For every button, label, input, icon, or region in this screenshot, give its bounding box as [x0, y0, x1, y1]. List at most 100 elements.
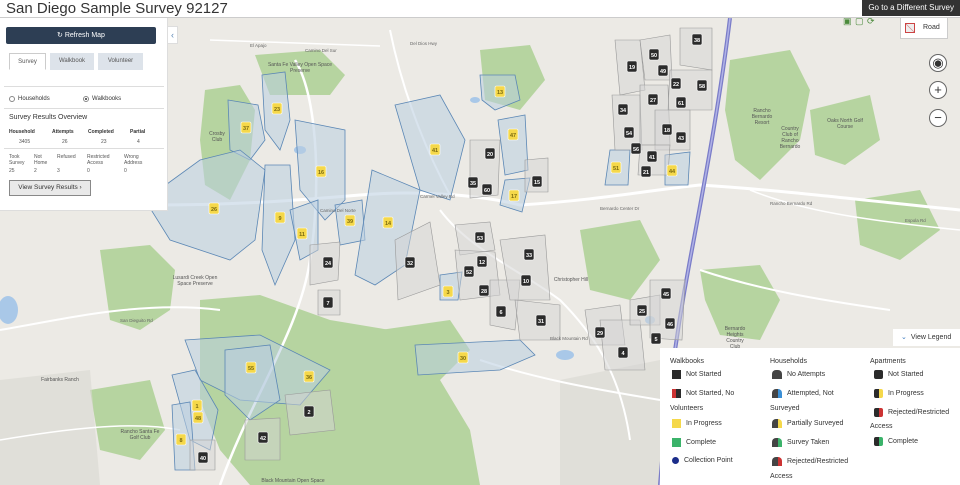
walkbooks-radio[interactable]: Walkbooks	[83, 96, 121, 102]
road-label: Espola Rd	[905, 218, 926, 223]
walkbook-marker-in-progress-label: 39	[347, 219, 353, 225]
place-label: Bernardo	[780, 144, 801, 150]
walkbook-marker-in-progress-label: 17	[511, 194, 517, 200]
walkbook-marker-not-started-label: 42	[260, 436, 266, 442]
stat-header: Partial	[130, 129, 146, 135]
legend-item: Rejected/Restricted	[772, 457, 848, 466]
collapse-panel-button[interactable]: ‹	[168, 26, 178, 44]
walkbook-marker-not-started-label: 7	[326, 301, 329, 307]
refresh-icon: ↻	[57, 32, 65, 39]
legend-heading: Volunteers	[670, 405, 704, 412]
stat-value: 3405	[19, 139, 31, 145]
chevron-down-icon: ⌄	[901, 334, 907, 341]
stat-value: 0	[87, 168, 90, 174]
place-label: Golf Club	[130, 435, 151, 441]
stat-value: 25	[9, 168, 15, 174]
road-label: Camino Del Norte	[320, 208, 356, 213]
stat-label: Address	[124, 160, 143, 166]
road-label: El Apajo	[250, 43, 267, 48]
tab-survey[interactable]: Survey	[9, 53, 46, 70]
house-rejected-icon	[772, 457, 782, 466]
view-survey-results-button[interactable]: View Survey Results ›	[9, 180, 91, 196]
walkbook-marker-in-progress-label: 41	[432, 148, 438, 154]
select-rectangle-icon[interactable]: ▢	[855, 17, 864, 26]
house-partial-icon	[772, 419, 782, 428]
legend-item: Partially Surveyed	[772, 419, 843, 428]
walkbook-marker-not-started-label: 52	[466, 270, 472, 276]
walkbook-marker-not-started-label: 27	[650, 98, 656, 104]
house-survey-taken-icon	[772, 438, 782, 447]
refresh-map-button[interactable]: ↻ Refresh Map	[6, 27, 156, 44]
road-label: Carmel Valley Rd	[420, 194, 455, 199]
different-survey-button[interactable]: Go to a Different Survey	[862, 0, 960, 16]
legend-item: Complete	[672, 438, 716, 447]
walkbook-marker-not-started-label: 19	[629, 65, 635, 71]
apartment-in-progress-icon	[874, 389, 883, 398]
walkbook-marker-in-progress-label: 8	[179, 438, 182, 444]
walkbook-marker-not-started-label: 22	[673, 82, 679, 88]
households-radio[interactable]: Households	[9, 96, 50, 102]
stat-value: 3	[57, 168, 60, 174]
walkbook-marker-not-started-label: 10	[523, 279, 529, 285]
view-legend-toggle[interactable]: ⌄ View Legend	[893, 329, 960, 346]
walkbook-marker-not-started-label: 53	[477, 236, 483, 242]
walkbook-marker-not-started-label: 58	[699, 84, 705, 90]
legend-heading: Walkbooks	[670, 358, 704, 365]
legend-item: Attempted, Not	[772, 389, 834, 398]
stat-value: 2	[34, 168, 37, 174]
walkbook-marker-not-started-label: 12	[479, 260, 485, 266]
tab-walkbook[interactable]: Walkbook	[50, 53, 94, 70]
place-label: Space Preserve	[177, 281, 213, 287]
walkbook-marker-not-started-label: 41	[649, 155, 655, 161]
walkbook-marker-not-started-label: 6	[499, 310, 502, 316]
stat-value: 0	[124, 168, 127, 174]
zoom-out-button[interactable]: −	[929, 109, 947, 127]
legend-label: Access	[770, 473, 793, 480]
plus-icon: +	[934, 82, 942, 97]
apartment-rejected-icon	[874, 408, 883, 417]
select-polygon-icon[interactable]: ▣	[843, 17, 852, 26]
legend-item: Collection Point	[672, 457, 733, 464]
walkbook-marker-not-started-label: 50	[651, 53, 657, 59]
walkbook-marker-in-progress-label: 51	[613, 166, 619, 172]
house-no-attempts-icon	[772, 370, 782, 379]
legend-item: Rejected/Restricted	[874, 408, 949, 417]
zoom-in-button[interactable]: +	[929, 81, 947, 99]
walkbook-marker-not-started-label: 49	[660, 69, 666, 75]
locate-button[interactable]: ◉	[929, 54, 947, 72]
walkbook-marker-in-progress-label: 26	[211, 207, 217, 213]
legend-heading: Apartments	[870, 358, 906, 365]
page-title: San Diego Sample Survey 92127	[6, 0, 228, 17]
walkbook-marker-not-started-label: 20	[487, 152, 493, 158]
walkbook-marker-in-progress-label: 9	[278, 216, 281, 222]
apartment-not-started-icon	[874, 370, 883, 379]
walkbook-marker-not-started-label: 29	[597, 331, 603, 337]
walkbook-marker-in-progress-label: 11	[299, 232, 305, 238]
volunteer-complete-icon	[672, 438, 681, 447]
walkbook-marker-not-started-label: 60	[484, 188, 490, 194]
walkbook-marker-in-progress-label: 44	[669, 169, 676, 175]
road-label: Camino Del Sur	[305, 48, 337, 53]
stat-header: Completed	[88, 129, 114, 135]
place-label: Black Mountain Open Space	[261, 478, 325, 484]
road-map-type-button[interactable]: Road	[900, 17, 948, 39]
walkbook-marker-in-progress-label: 37	[243, 126, 249, 132]
walkbook-marker-not-started-label: 46	[667, 322, 673, 328]
place-label: Resort	[755, 120, 770, 126]
survey-panel: ↻ Refresh Map Survey Walkbook Volunteer …	[0, 18, 168, 211]
stat-label: Home	[34, 160, 48, 166]
walkbook-marker-not-started-label: 18	[664, 128, 670, 134]
legend-heading: Households	[770, 358, 807, 365]
stat-value: 23	[101, 139, 107, 145]
legend-item: Not Started	[672, 370, 721, 379]
walkbook-marker-not-started-label: 45	[663, 292, 669, 298]
house-attempted-icon	[772, 389, 782, 398]
lasso-icon[interactable]: ⟳	[867, 17, 876, 26]
place-label: Club	[212, 137, 223, 143]
stat-value: 4	[137, 139, 140, 145]
road-label: San Dieguito Rd	[120, 318, 153, 323]
place-label: Preserve	[290, 68, 310, 74]
walkbook-marker-in-progress-label: 1	[195, 404, 198, 410]
tab-volunteer[interactable]: Volunteer	[98, 53, 143, 70]
legend-label: Access	[870, 423, 893, 430]
